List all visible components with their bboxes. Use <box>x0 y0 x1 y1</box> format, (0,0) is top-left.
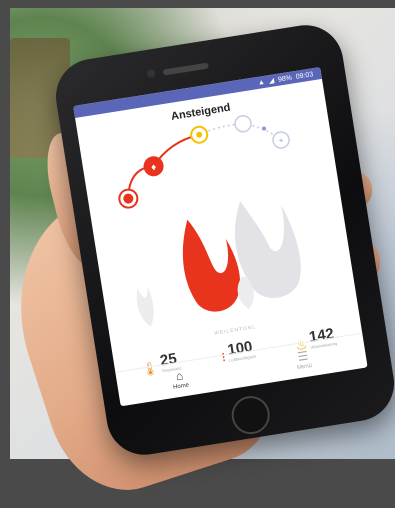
image-border-top <box>0 0 395 8</box>
smartphone: ▲ ◢ 98% 09:03 Ansteigend ♦ + WEILENTONL … <box>50 19 395 461</box>
earpiece-speaker <box>162 62 209 76</box>
image-border-left <box>0 0 10 459</box>
level-4-node[interactable] <box>234 114 252 133</box>
battery-level: 98% <box>277 74 293 84</box>
signal-icon: ▲ <box>257 78 266 87</box>
wifi-icon: ◢ <box>268 77 275 86</box>
front-camera <box>146 68 156 79</box>
level-dot <box>262 126 267 131</box>
nav-home[interactable]: ⌂ Home <box>171 368 190 391</box>
ghost-flame-small <box>136 286 154 327</box>
flame-icon-main <box>182 219 240 312</box>
status-time: 09:03 <box>295 70 314 81</box>
home-button[interactable] <box>228 393 273 437</box>
phone-screen: ▲ ◢ 98% 09:03 Ansteigend ♦ + WEILENTONL … <box>73 66 368 407</box>
nav-home-label: Home <box>172 382 190 391</box>
menu-icon: ☰ <box>296 348 310 365</box>
path-line-active <box>127 133 200 199</box>
home-icon: ⌂ <box>174 368 185 384</box>
nav-menu-label: Menü <box>296 362 313 372</box>
nav-menu[interactable]: ☰ Menü <box>295 348 313 372</box>
